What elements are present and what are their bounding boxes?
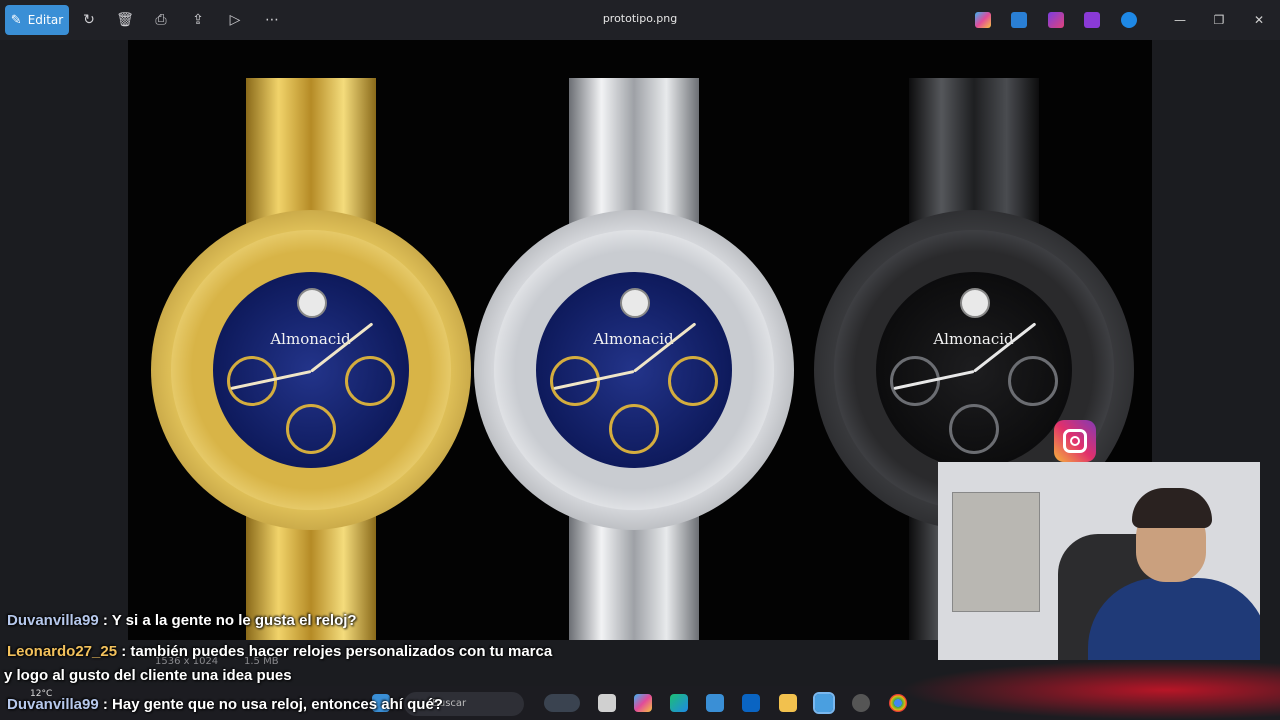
brand-logo-icon — [619, 288, 650, 318]
settings-icon[interactable] — [852, 694, 870, 712]
wall-poster — [952, 492, 1040, 612]
subdial-right — [667, 356, 718, 406]
streamer-hair — [1132, 488, 1212, 528]
edge-icon[interactable] — [670, 694, 688, 712]
chat-username: Leonardo27_25 — [7, 643, 118, 660]
silver-dial: Almonacid — [535, 272, 732, 468]
widgets-icon[interactable] — [544, 694, 580, 712]
subdial-bottom — [285, 404, 336, 454]
black-dial: Almonacid — [875, 272, 1072, 468]
chat-username: Duvanvilla99 — [7, 612, 99, 629]
brand-logo-icon — [959, 288, 990, 318]
gold-case: Almonacid — [150, 210, 471, 530]
designer-icon[interactable] — [1011, 12, 1027, 28]
store-icon[interactable] — [706, 694, 724, 712]
chat-text: y logo al gusto del cliente una idea pue… — [4, 667, 292, 684]
chat-message-continued: y logo al gusto del cliente una idea pue… — [4, 667, 292, 684]
brand-logo-icon — [296, 288, 327, 318]
silver-watch: Almonacid — [471, 40, 796, 640]
outlook-icon[interactable] — [742, 694, 760, 712]
onedrive-icon[interactable] — [1121, 12, 1137, 28]
app-toolbar: ✎ Editar ↻ 🗑 ⎙ ⇪ ▷ ⋯ prototipo.png — ❐ ✕ — [0, 0, 1280, 40]
editor-icon[interactable] — [1084, 12, 1100, 28]
chat-message: Leonardo27_25 : también puedes hacer rel… — [7, 643, 552, 660]
copilot-icon[interactable] — [975, 12, 991, 28]
subdial-right — [344, 356, 395, 406]
chat-message: Duvanvilla99 : Y si a la gente no le gus… — [7, 612, 357, 629]
gold-watch: Almonacid — [148, 40, 473, 640]
subdial-bottom — [608, 404, 659, 454]
chat-text: : también puedes hacer relojes personali… — [121, 643, 553, 660]
photos-icon[interactable] — [813, 692, 835, 714]
stream-overlay-glow — [900, 660, 1280, 720]
silver-bezel: Almonacid — [493, 230, 774, 510]
copilot-taskbar-icon[interactable] — [634, 694, 652, 712]
instagram-icon — [1054, 420, 1096, 462]
file-explorer-icon[interactable] — [779, 694, 797, 712]
subdial-bottom — [948, 404, 999, 454]
close-icon[interactable]: ✕ — [1249, 10, 1269, 30]
task-view-icon[interactable] — [598, 694, 616, 712]
gold-dial: Almonacid — [212, 272, 409, 468]
maximize-icon[interactable]: ❐ — [1209, 10, 1229, 30]
webcam-overlay — [938, 462, 1260, 660]
subdial-right — [1007, 356, 1058, 406]
clipchamp-icon[interactable] — [1048, 12, 1064, 28]
chat-text: : Hay gente que no usa reloj, entonces a… — [102, 696, 443, 713]
chat-message: Duvanvilla99 : Hay gente que no usa relo… — [7, 696, 443, 713]
chat-username: Duvanvilla99 — [7, 696, 99, 713]
gold-bezel: Almonacid — [170, 230, 451, 510]
minimize-icon[interactable]: — — [1170, 10, 1190, 30]
silver-case: Almonacid — [473, 210, 794, 530]
brand-name: Almonacid — [933, 330, 1014, 348]
chat-text: : Y si a la gente no le gusta el reloj? — [102, 612, 357, 629]
brand-name: Almonacid — [270, 330, 351, 348]
brand-name: Almonacid — [593, 330, 674, 348]
